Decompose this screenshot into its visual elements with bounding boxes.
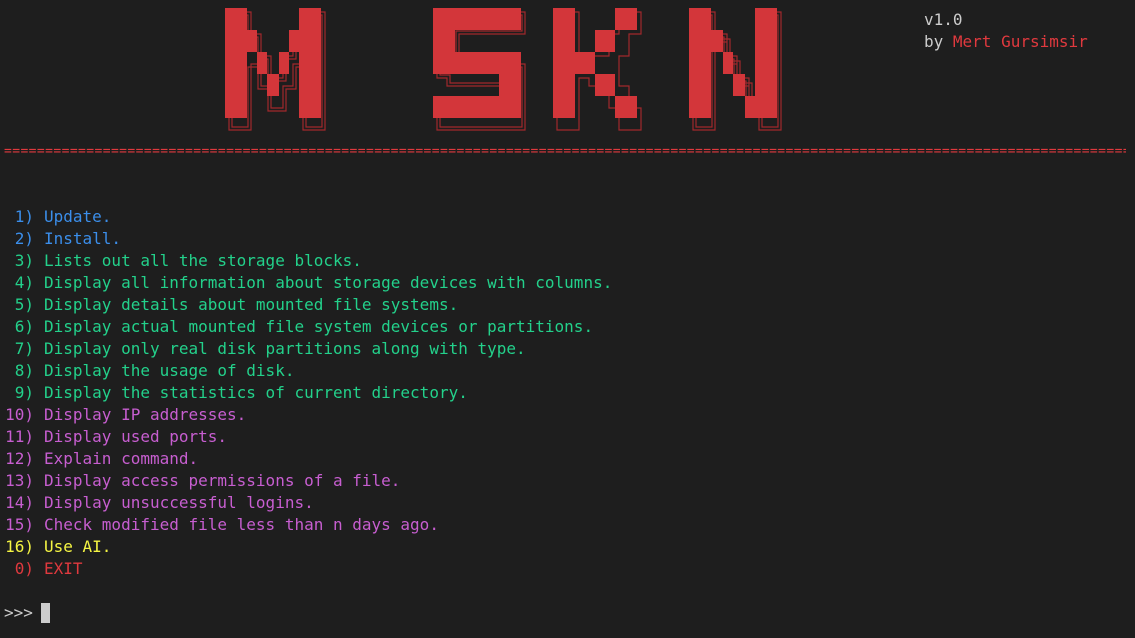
mskn-logo: [225, 8, 782, 131]
terminal-window: v1.0 by Mert Gursimsir =================…: [0, 0, 1135, 638]
main-menu: 1) Update. 2) Install. 3) Lists out all the s…: [4, 206, 612, 580]
menu-item[interactable]: 9) Display the statistics of current dire…: [4, 382, 612, 404]
menu-item[interactable]: 8) Display the usage of disk.: [4, 360, 612, 382]
menu-item[interactable]: 2) Install.: [4, 228, 612, 250]
menu-item[interactable]: 1) Update.: [4, 206, 612, 228]
version-label: v1.0: [924, 10, 963, 29]
menu-item-number: 15): [5, 515, 34, 534]
menu-item-label: Display access permissions of a file.: [44, 471, 401, 490]
author-prefix: by: [924, 32, 953, 51]
menu-item-label: Display only real disk partitions along …: [44, 339, 526, 358]
menu-item-number: 5): [14, 295, 34, 314]
menu-item[interactable]: 13) Display access permissions of a file.: [4, 470, 612, 492]
menu-item-label: Update.: [44, 207, 112, 226]
menu-item-label: Display actual mounted file system devic…: [44, 317, 594, 336]
menu-item-label: Display unsuccessful logins.: [44, 493, 314, 512]
menu-item-label: Display IP addresses.: [44, 405, 247, 424]
menu-item-number: 1): [14, 207, 34, 226]
menu-item[interactable]: 12) Explain command.: [4, 448, 612, 470]
menu-item-label: Check modified file less than n days ago…: [44, 515, 439, 534]
menu-item[interactable]: 5) Display details about mounted file sys…: [4, 294, 612, 316]
menu-item[interactable]: 15) Check modified file less than n days …: [4, 514, 612, 536]
menu-item[interactable]: 10) Display IP addresses.: [4, 404, 612, 426]
menu-item[interactable]: 14) Display unsuccessful logins.: [4, 492, 612, 514]
menu-item-number: 0): [14, 559, 34, 578]
menu-item-number: 4): [14, 273, 34, 292]
menu-item-label: Display used ports.: [44, 427, 228, 446]
menu-item-label: Display the usage of disk.: [44, 361, 295, 380]
menu-item-number: 2): [14, 229, 34, 248]
menu-item-number: 14): [5, 493, 34, 512]
menu-item[interactable]: 4) Display all information about storage …: [4, 272, 613, 294]
menu-item-label: Explain command.: [44, 449, 199, 468]
input-prompt-line[interactable]: >>>: [4, 602, 50, 624]
menu-item-number: 9): [14, 383, 34, 402]
menu-item-label: Display the statistics of current direct…: [44, 383, 468, 402]
menu-item-label: Display details about mounted file syste…: [44, 295, 459, 314]
menu-item-number: 3): [14, 251, 34, 270]
logo-letters: [225, 8, 777, 118]
menu-item-number: 12): [5, 449, 34, 468]
menu-item-number: 13): [5, 471, 34, 490]
menu-item[interactable]: 3) Lists out all the storage blocks.: [4, 250, 612, 272]
author-name: Mert Gursimsir: [952, 32, 1088, 51]
menu-item[interactable]: 16) Use AI.: [4, 536, 612, 558]
menu-item[interactable]: 0) EXIT: [4, 558, 612, 580]
menu-item[interactable]: 11) Display used ports.: [4, 426, 612, 448]
menu-item-label: EXIT: [44, 559, 83, 578]
menu-item-label: Lists out all the storage blocks.: [44, 251, 362, 270]
separator-line: ========================================…: [4, 144, 1126, 159]
menu-item[interactable]: 6) Display actual mounted file system dev…: [4, 316, 612, 338]
menu-item-number: 16): [5, 537, 34, 556]
menu-item[interactable]: 7) Display only real disk partitions alon…: [4, 338, 612, 360]
menu-item-label: Use AI.: [44, 537, 112, 556]
menu-item-number: 6): [14, 317, 34, 336]
menu-item-number: 8): [14, 361, 34, 380]
text-cursor: [40, 603, 50, 623]
menu-item-label: Display all information about storage de…: [44, 273, 613, 292]
prompt-symbol: >>>: [4, 603, 33, 622]
menu-item-number: 10): [5, 405, 34, 424]
menu-item-number: 11): [5, 427, 34, 446]
menu-item-number: 7): [14, 339, 34, 358]
version-info: v1.0 by Mert Gursimsir: [924, 9, 1088, 53]
menu-item-label: Install.: [44, 229, 122, 248]
